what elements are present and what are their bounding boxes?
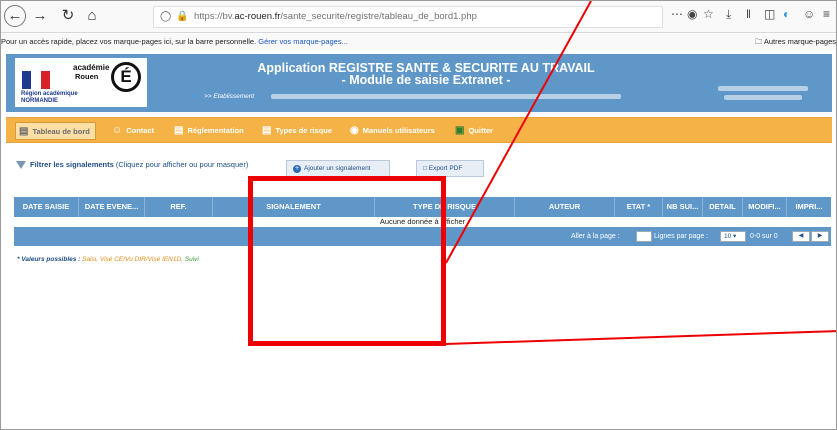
highlight-rectangle	[248, 176, 446, 346]
screenshot: ← → ↻ ⌂ ◯ 🔒 https://bv.ac-rouen.fr/sante…	[0, 0, 837, 430]
